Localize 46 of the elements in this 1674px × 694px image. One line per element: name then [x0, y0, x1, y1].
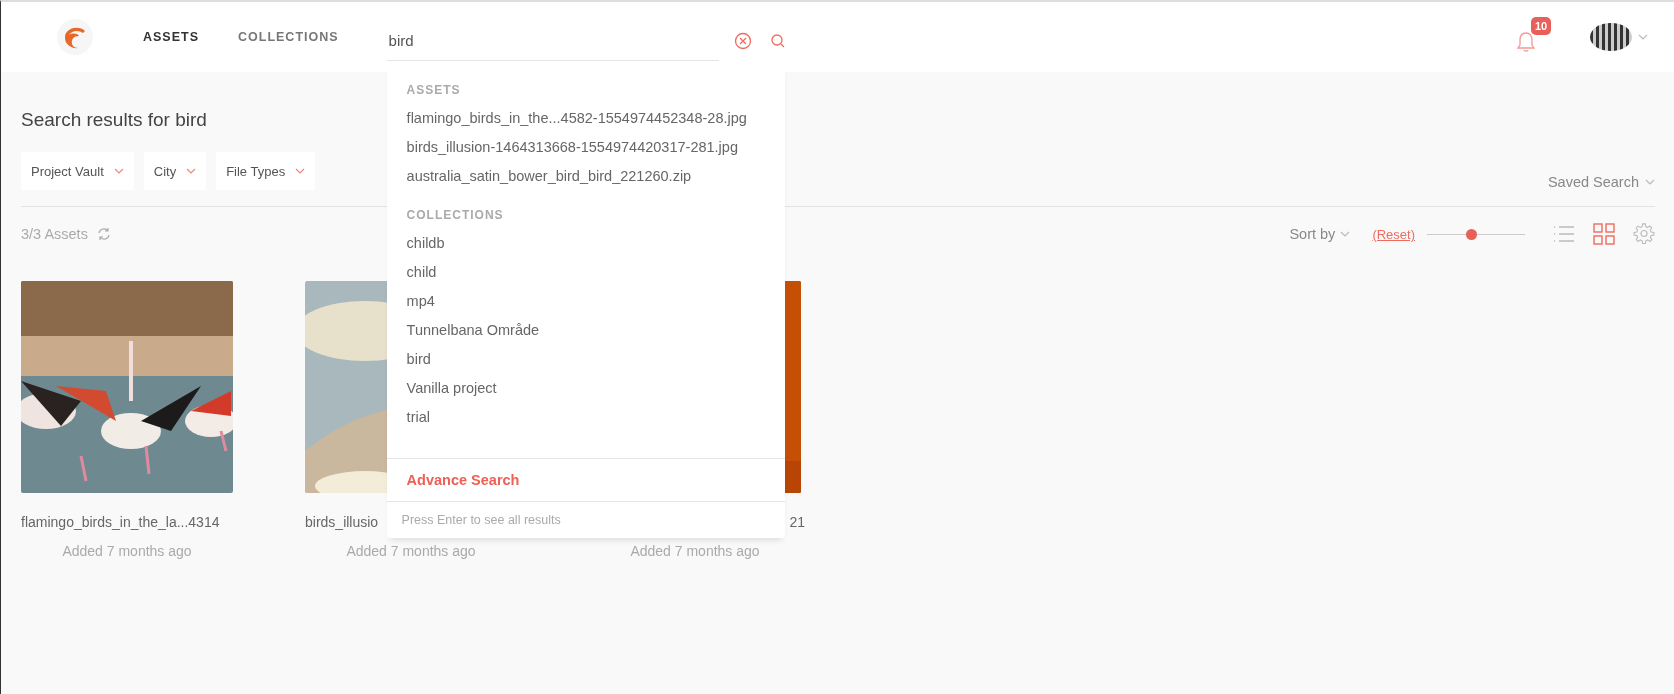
filter-dropdown[interactable]: File Types: [216, 152, 316, 190]
bell-icon[interactable]: [1516, 31, 1536, 53]
caret-icon: [113, 168, 124, 174]
suggestion-item[interactable]: flamingo_birds_in_the...4582-1554974452348-28.jpg: [406, 104, 785, 133]
asset-date: Added 7 months ago: [629, 543, 761, 559]
suggestion-item[interactable]: australia_satin_bower_bird_bird_221260.zip: [406, 162, 785, 191]
logo-icon[interactable]: [57, 19, 93, 55]
nav-tab[interactable]: COLLECTIONS: [238, 30, 339, 44]
suggestion-item[interactable]: mp4: [406, 287, 785, 316]
suggestion-item[interactable]: birds_illusion-1464313668-1554974420317-281.jpg: [406, 133, 785, 162]
page-title: Search results for bird: [21, 108, 207, 132]
suggestion-item[interactable]: childb: [406, 229, 785, 258]
suggestion-item[interactable]: bird: [406, 345, 785, 374]
clear-icon[interactable]: [733, 32, 752, 50]
slider-thumb[interactable]: [1466, 228, 1478, 240]
caret-icon: [1645, 179, 1655, 185]
hint-text: Press Enter to see all results: [400, 512, 562, 529]
advance-search-link[interactable]: Advance Search: [406, 472, 520, 488]
section-heading: COLLECTIONS: [406, 207, 505, 224]
asset-count: 3/3 Assets: [21, 226, 88, 242]
asset-name: flamingo_birds_in_the_la...4314: [21, 514, 220, 530]
suggestion-item[interactable]: Tunnelbana Område: [406, 316, 785, 345]
filter-dropdown[interactable]: City: [143, 152, 207, 190]
refresh-icon[interactable]: [95, 226, 112, 242]
nav-tab[interactable]: ASSETS: [143, 30, 199, 44]
asset-date: Added 7 months ago: [345, 543, 477, 559]
asset-date: Added 7 months ago: [61, 543, 193, 559]
suggestion-item[interactable]: Vanilla project: [406, 374, 785, 403]
settings-icon[interactable]: [1633, 223, 1655, 245]
caret-icon: [186, 168, 197, 174]
filter-dropdown[interactable]: Project Vault: [21, 152, 134, 190]
avatar[interactable]: [1590, 23, 1632, 51]
asset-name: 21: [789, 514, 805, 530]
saved-search-dropdown[interactable]: Saved Search: [1547, 174, 1655, 190]
suggestion-item[interactable]: trial: [406, 403, 785, 432]
caret-icon: [1638, 34, 1648, 40]
notification-badge: 10: [1531, 17, 1552, 35]
caret-icon: [1340, 231, 1351, 237]
search-icon[interactable]: [769, 33, 786, 49]
grid-view-icon[interactable]: [1593, 223, 1615, 245]
list-view-icon[interactable]: [1553, 224, 1575, 244]
caret-icon: [295, 168, 306, 174]
suggestion-item[interactable]: child: [406, 258, 785, 287]
sort-dropdown[interactable]: Sort by: [1289, 226, 1351, 242]
section-heading: ASSETS: [406, 82, 462, 99]
asset-name: birds_illusio: [305, 514, 379, 530]
